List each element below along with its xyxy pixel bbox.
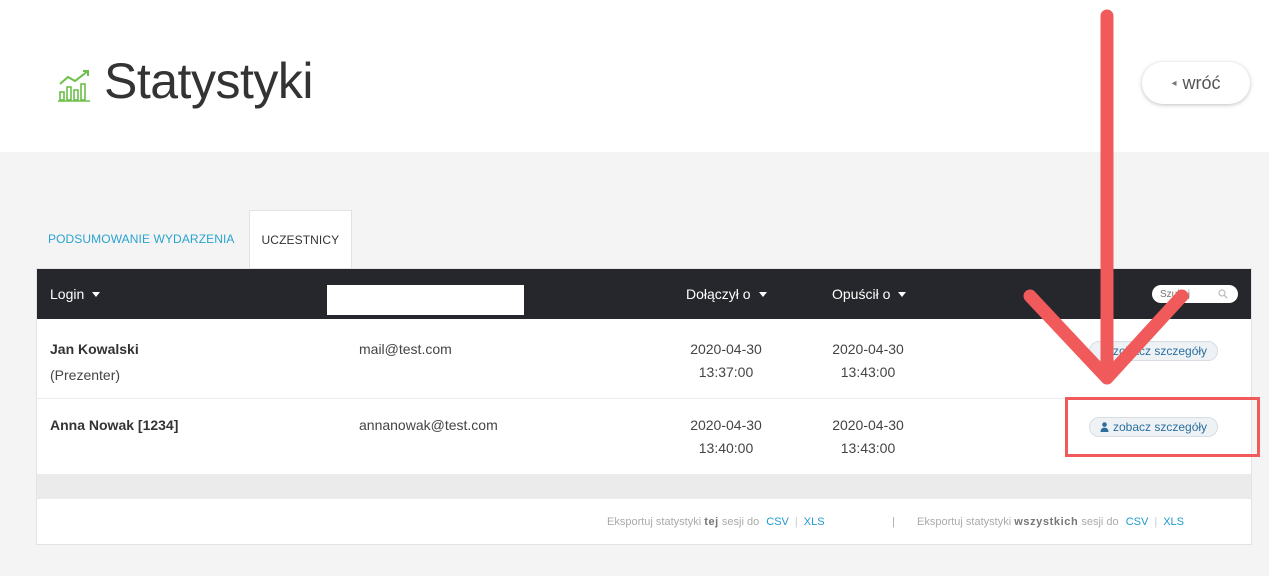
joined-time: 13:40:00 [698,440,754,456]
sort-caret-icon [758,291,767,297]
left-time: 13:43:00 [840,440,896,456]
person-icon [1100,346,1109,356]
sort-caret-icon [898,291,907,297]
table-row: Jan Kowalski (Prezenter) mail@test.com 2… [37,319,1251,399]
bar-chart-trend-icon [58,70,90,102]
export-all-csv-link[interactable]: CSV [1126,516,1149,528]
participant-email: mail@test.com [359,341,452,357]
details-button[interactable]: zobacz szczegóły [1089,341,1219,361]
column-left[interactable]: Opuścił o [832,269,907,319]
column-joined[interactable]: Dołączył o [686,269,767,319]
export-all-sessions: Eksportuj statystyki wszystkich sesji do… [917,516,1188,528]
caret-left-icon: ◂ [1171,77,1177,89]
table-header: Login Dołączył o Opuścił o [37,269,1251,319]
tab-bar: PODSUMOWANIE WYDARZENIA UCZESTNICY [36,210,353,268]
table-footer-band [37,475,1251,499]
column-login-label: Login [50,286,85,302]
page-title-text: Statystyki [104,53,313,109]
joined-time: 13:37:00 [698,364,754,380]
export-this-csv-link[interactable]: CSV [766,516,789,528]
export-all-suffix: sesji do [1081,516,1119,528]
link-separator: | [1154,516,1158,528]
sort-caret-icon [92,291,101,297]
details-button-label: zobacz szczegóły [1113,344,1208,358]
search-icon [1218,289,1228,299]
export-separator: | [892,516,895,528]
left-time: 13:43:00 [840,364,896,380]
participant-name: Anna Nowak [1234] [50,417,179,433]
left-date: 2020-04-30 [832,341,904,357]
export-this-bold: tej [704,516,719,528]
export-all-prefix: Eksportuj statystyki [917,516,1012,528]
column-joined-label: Dołączył o [686,286,751,302]
tab-participants[interactable]: UCZESTNICY [248,210,353,268]
search-box[interactable] [1152,285,1238,303]
tab-event-summary[interactable]: PODSUMOWANIE WYDARZENIA [36,210,247,268]
link-separator: | [794,516,798,528]
participant-name: Jan Kowalski [50,341,139,357]
export-bar: Eksportuj statystyki tej sesji do CSV | XL… [37,499,1251,545]
export-this-suffix: sesji do [721,516,760,528]
redacted-area [327,285,524,315]
page-header: Statystyki ◂ wróć [0,0,1269,152]
column-left-label: Opuścił o [832,286,891,302]
export-this-xls-link[interactable]: XLS [804,516,825,528]
export-all-xls-link[interactable]: XLS [1163,516,1184,528]
participant-role: (Prezenter) [50,367,121,383]
export-all-bold: wszystkich [1014,516,1079,528]
participant-email: annanowak@test.com [359,417,498,433]
annotation-highlight-box [1065,397,1260,457]
back-button[interactable]: ◂ wróć [1142,62,1250,104]
page-title: Statystyki [58,52,313,110]
joined-date: 2020-04-30 [690,341,762,357]
export-this-session: Eksportuj statystyki tej sesji do CSV | XL… [607,516,829,528]
left-date: 2020-04-30 [832,417,904,433]
export-this-prefix: Eksportuj statystyki [607,516,702,528]
search-input[interactable] [1160,288,1214,300]
column-login[interactable]: Login [50,269,101,319]
joined-date: 2020-04-30 [690,417,762,433]
back-button-label: wróć [1182,72,1221,93]
